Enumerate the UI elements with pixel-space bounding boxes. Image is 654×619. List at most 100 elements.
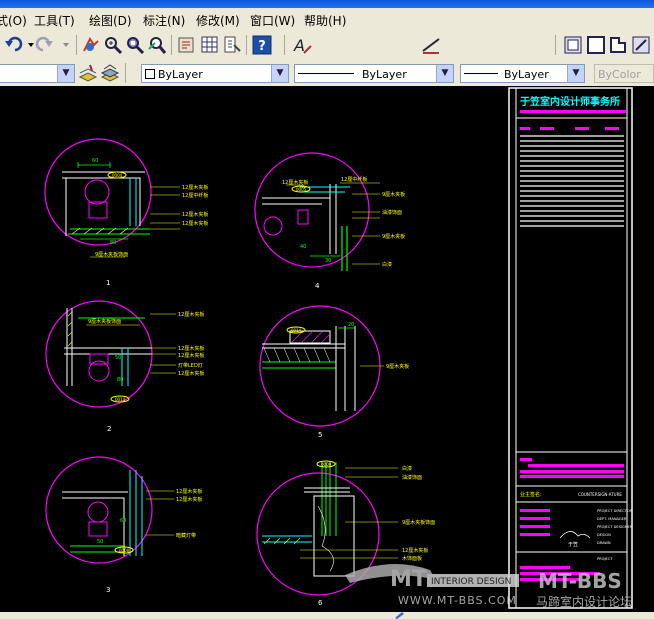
annotation: 12厘中纤板 [182, 192, 208, 199]
detail-number: 2 [107, 425, 111, 433]
section-lines [262, 361, 336, 369]
linetype-control-value: ByLayer [362, 68, 407, 81]
viewport-icon[interactable] [563, 35, 583, 55]
watermark-chinese: 马蹄室内设计论坛 [536, 594, 632, 609]
material-tag-text: 0005 [296, 187, 307, 192]
zoom-window-icon[interactable] [125, 35, 145, 55]
light-fixture [89, 353, 109, 365]
detail-number: 5 [318, 431, 322, 439]
annotation: 12厘中纤板 [341, 176, 367, 183]
detail-number: 1 [106, 279, 110, 287]
clip-viewport-icon[interactable] [608, 35, 628, 55]
color-control-value: ByLayer [158, 68, 203, 81]
annotation: 白漆 [382, 261, 392, 268]
annotation: 木饰面板 [402, 555, 422, 562]
dimension-text: 40 [300, 244, 306, 250]
annotation: 9厘木夹板 [386, 363, 409, 370]
annotation: 12厘木夹板 [402, 547, 428, 554]
undo-icon[interactable] [5, 36, 23, 52]
owner-signature-label: 业主签名: [520, 491, 542, 498]
light-fixture [88, 521, 108, 537]
annotation: 9厘木夹板饰面 [95, 251, 128, 258]
annotation: 12厘木夹板 [182, 211, 208, 218]
detail-3: 50 60 0008 12厘木夹板 12厘木夹板 暗藏灯带 3 [45, 456, 202, 594]
chevron-down-icon[interactable]: ▼ [271, 65, 288, 82]
layer-previous-icon[interactable] [100, 63, 120, 83]
hatch [67, 311, 73, 347]
menu-modify[interactable]: 修改(M) [196, 12, 240, 29]
help-icon[interactable]: ? [252, 35, 272, 55]
annotation: 12厘木夹板 [182, 184, 208, 191]
dept-manager-label: DEPT. MANAGER [597, 517, 627, 521]
lineweight-preview [464, 73, 498, 74]
chevron-down-icon[interactable]: ▼ [436, 65, 453, 82]
annotation: 9厘木夹板 [382, 191, 405, 198]
text-block [520, 509, 550, 512]
dimension-text: 30 [325, 258, 331, 264]
annotation: 12厘木夹板 [176, 496, 202, 503]
toolbar-separator [555, 35, 556, 55]
hatch [263, 537, 301, 545]
dimension-text: 50 [115, 355, 121, 361]
svg-text:?: ? [258, 39, 266, 54]
dimension-text: 60 [92, 158, 98, 164]
detail-5: 20 0014 9厘木夹板 5 [259, 305, 409, 439]
detail-4: 40 30 0005 12厘木夹板 12厘中纤板 油漆饰面 9厘木夹板 9厘木夹… [254, 152, 405, 290]
leader-lines [150, 313, 176, 374]
menu-draw[interactable]: 绘图(D) [89, 12, 132, 29]
project-label: PROJECT [597, 557, 613, 561]
zoom-realtime-icon[interactable] [103, 35, 123, 55]
linetype-control-select[interactable]: ByLayer ▼ [294, 64, 454, 83]
redo-icon[interactable] [35, 36, 53, 52]
toolbar-separator [171, 35, 172, 55]
section-lines [304, 487, 350, 493]
text-block [520, 533, 550, 536]
standard-toolbar: ? A Standard▼ Standard▼ [0, 30, 654, 84]
chevron-down-icon[interactable]: ▼ [567, 65, 584, 82]
dimension-style-icon[interactable] [421, 35, 441, 55]
zoom-previous-icon[interactable] [147, 35, 167, 55]
light-fixture [297, 209, 309, 225]
color-control-select[interactable]: ByLayer ▼ [141, 64, 289, 83]
drawing-canvas[interactable]: 60 80 0004 12厘木夹板 12厘中纤板 12厘木夹板 12厘木夹板 9… [0, 86, 654, 612]
chevron-down-icon[interactable]: ▼ [57, 65, 74, 82]
hatch [291, 331, 331, 343]
annotation: 12厘木夹板 [178, 311, 204, 318]
text-block [520, 458, 532, 461]
scale-viewport-icon[interactable] [631, 35, 651, 55]
redo-dropdown-icon[interactable] [63, 43, 69, 47]
menu-tools[interactable]: 工具(T) [34, 12, 75, 29]
dimension-text: 80 [117, 377, 123, 383]
single-viewport-icon[interactable] [586, 35, 606, 55]
properties-toolbar: ▼ ByLayer ▼ ByLayer ▼ ByLayer ▼ ByColor [0, 60, 654, 87]
design-center-icon[interactable] [200, 35, 220, 55]
undo-dropdown-icon[interactable] [28, 43, 34, 47]
title-block: 于笠室内设计师事务所 业主签名: COUNTERSIGN-ATURE PROJE… [508, 87, 633, 609]
toolbar-separator [284, 35, 285, 55]
text-block [520, 470, 624, 473]
text-style-icon[interactable]: A [292, 35, 312, 55]
section-block [313, 495, 355, 577]
layer-select[interactable]: ▼ [0, 64, 75, 83]
designer-signature: 于笠 [568, 541, 578, 548]
watermark-tagline: INTERIOR DESIGN [431, 577, 511, 587]
lineweight-control-select[interactable]: ByLayer ▼ [460, 64, 585, 83]
pan-realtime-icon[interactable] [80, 35, 100, 55]
menu-dimension[interactable]: 标注(N) [143, 12, 185, 29]
plot-style-control-value: ByColor [598, 68, 641, 81]
drawn-label: DRAWN [597, 541, 611, 545]
annotation: 12厘木夹板 [178, 352, 204, 359]
detail-number: 6 [318, 599, 323, 607]
detail-2: 50 80 0014 9厘木夹板饰面 12厘木夹板 12厘木夹板 12厘木夹板 … [45, 300, 204, 433]
menu-format[interactable]: 式(O) [0, 12, 27, 29]
tool-palettes-icon[interactable] [222, 35, 242, 55]
menu-bar: 式(O) 工具(T) 绘图(D) 标注(N) 修改(M) 窗口(W) 帮助(H) [0, 8, 654, 30]
properties-icon[interactable] [177, 35, 197, 55]
pencil-icon[interactable] [394, 612, 404, 619]
text-block [605, 127, 619, 130]
menu-window[interactable]: 窗口(W) [250, 12, 295, 29]
menu-help[interactable]: 帮助(H) [304, 12, 346, 29]
plot-style-control-select: ByColor [594, 64, 654, 83]
make-object-layer-current-icon[interactable] [78, 63, 98, 83]
linetype-preview [298, 73, 354, 74]
